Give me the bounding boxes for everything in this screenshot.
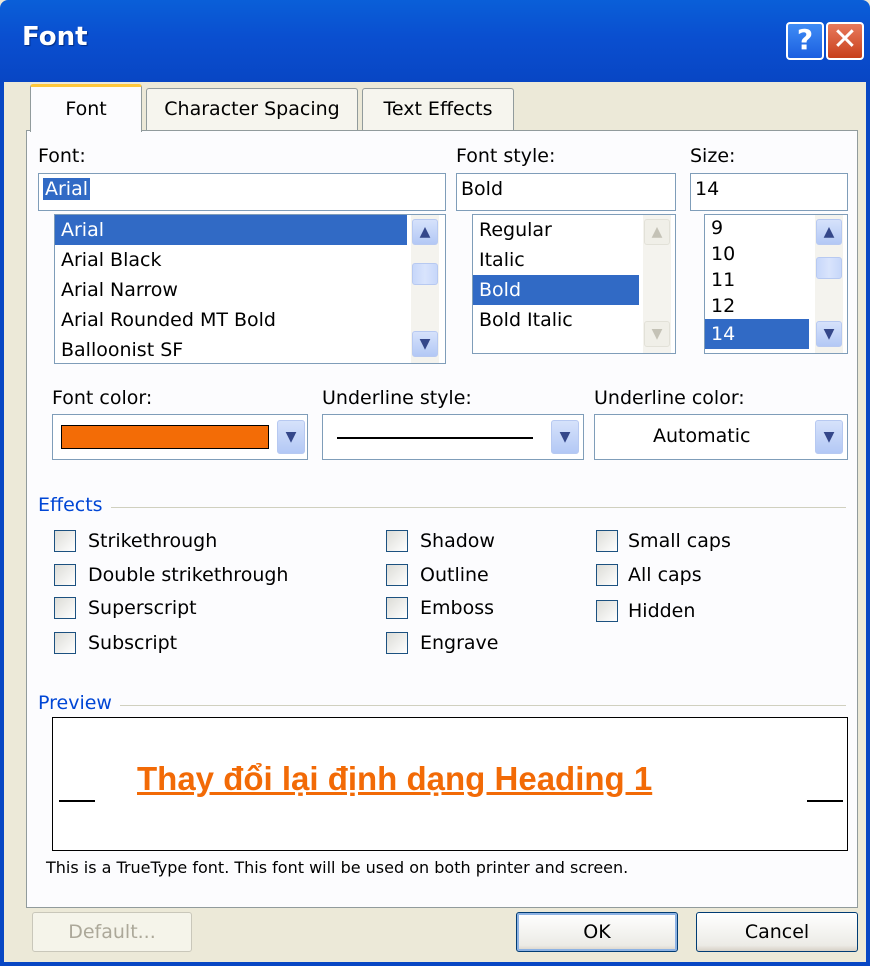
chevron-down-icon[interactable]: ▼ bbox=[815, 420, 843, 454]
underline-style-label: Underline style: bbox=[322, 387, 472, 409]
scroll-down-icon[interactable]: ▼ bbox=[816, 321, 842, 347]
list-item[interactable]: Arial Narrow bbox=[55, 275, 445, 305]
size-list-scrollbar[interactable]: ▲ ▼ bbox=[815, 215, 843, 353]
tab-font[interactable]: Font bbox=[30, 84, 142, 132]
font-note: This is a TrueType font. This font will … bbox=[46, 858, 629, 877]
subscript-label: Subscript bbox=[88, 632, 178, 654]
double-strikethrough-label: Double strikethrough bbox=[88, 564, 289, 586]
font-input[interactable]: Arial bbox=[38, 173, 446, 211]
default-button[interactable]: Default... bbox=[32, 912, 192, 952]
tab-font-label: Font bbox=[65, 98, 107, 120]
double-strikethrough-checkbox[interactable] bbox=[54, 564, 76, 586]
preview-box: Thay đổi lại định dạng Heading 1 bbox=[52, 717, 848, 851]
font-style-input[interactable]: Bold bbox=[456, 173, 676, 211]
scroll-thumb[interactable] bbox=[816, 257, 842, 279]
close-button[interactable]: ✕ bbox=[826, 22, 864, 60]
list-item[interactable]: Arial bbox=[55, 215, 407, 245]
emboss-label: Emboss bbox=[420, 597, 494, 619]
tab-text-effects[interactable]: Text Effects bbox=[362, 88, 514, 130]
outline-checkbox[interactable] bbox=[386, 564, 408, 586]
underline-color-value: Automatic bbox=[653, 425, 751, 447]
engrave-checkbox[interactable] bbox=[386, 632, 408, 654]
font-style-label: Font style: bbox=[456, 145, 556, 167]
underline-color-label: Underline color: bbox=[594, 387, 745, 409]
emboss-checkbox[interactable] bbox=[386, 597, 408, 619]
scroll-thumb[interactable] bbox=[412, 263, 438, 285]
preview-divider bbox=[40, 705, 846, 706]
size-list[interactable]: 9 10 11 12 14 ▲ ▼ bbox=[704, 214, 848, 354]
all-caps-label: All caps bbox=[628, 564, 702, 586]
tab-character-spacing[interactable]: Character Spacing bbox=[146, 88, 358, 130]
small-caps-label: Small caps bbox=[628, 530, 731, 552]
preview-baseline-right bbox=[807, 800, 843, 802]
size-input[interactable]: 14 bbox=[690, 173, 848, 211]
strikethrough-label: Strikethrough bbox=[88, 530, 218, 552]
scroll-down-icon: ▼ bbox=[644, 321, 670, 347]
chevron-down-icon[interactable]: ▼ bbox=[277, 420, 305, 454]
preview-baseline-left bbox=[59, 800, 95, 802]
font-style-list[interactable]: Regular Italic Bold Bold Italic ▲ ▼ bbox=[472, 214, 676, 354]
scroll-up-icon[interactable]: ▲ bbox=[412, 219, 438, 245]
font-list-scrollbar[interactable]: ▲ ▼ bbox=[411, 215, 439, 363]
superscript-checkbox[interactable] bbox=[54, 597, 76, 619]
shadow-checkbox[interactable] bbox=[386, 530, 408, 552]
help-button[interactable]: ? bbox=[786, 22, 824, 60]
underline-color-select[interactable]: Automatic ▼ bbox=[594, 414, 848, 460]
size-label: Size: bbox=[690, 145, 736, 167]
font-color-swatch bbox=[61, 425, 269, 449]
preview-title: Preview bbox=[38, 692, 120, 714]
hidden-checkbox[interactable] bbox=[596, 600, 618, 622]
list-item[interactable]: 14 bbox=[705, 319, 809, 349]
title-bar[interactable] bbox=[0, 0, 870, 82]
hidden-label: Hidden bbox=[628, 600, 696, 622]
font-color-select[interactable]: ▼ bbox=[52, 414, 308, 460]
font-label: Font: bbox=[38, 145, 86, 167]
preview-text: Thay đổi lại định dạng Heading 1 bbox=[137, 760, 653, 797]
scroll-up-icon[interactable]: ▲ bbox=[816, 219, 842, 245]
help-icon: ? bbox=[796, 23, 814, 56]
font-color-label: Font color: bbox=[52, 387, 153, 409]
font-list[interactable]: Arial Arial Black Arial Narrow Arial Rou… bbox=[54, 214, 446, 364]
engrave-label: Engrave bbox=[420, 632, 499, 654]
superscript-label: Superscript bbox=[88, 597, 197, 619]
list-item[interactable]: Bold bbox=[473, 275, 639, 305]
subscript-checkbox[interactable] bbox=[54, 632, 76, 654]
all-caps-checkbox[interactable] bbox=[596, 564, 618, 586]
underline-style-select[interactable]: ▼ bbox=[322, 414, 584, 460]
window-title: Font bbox=[22, 22, 88, 52]
font-style-scrollbar[interactable]: ▲ ▼ bbox=[643, 215, 671, 353]
scroll-down-icon[interactable]: ▼ bbox=[412, 331, 438, 357]
scroll-up-icon: ▲ bbox=[644, 219, 670, 245]
tab-character-spacing-label: Character Spacing bbox=[164, 98, 340, 120]
list-item[interactable]: Arial Rounded MT Bold bbox=[55, 305, 445, 335]
outline-label: Outline bbox=[420, 564, 489, 586]
small-caps-checkbox[interactable] bbox=[596, 530, 618, 552]
font-input-value: Arial bbox=[43, 178, 91, 200]
underline-line-sample bbox=[337, 437, 533, 439]
shadow-label: Shadow bbox=[420, 530, 495, 552]
close-icon: ✕ bbox=[832, 22, 858, 57]
tab-text-effects-label: Text Effects bbox=[383, 98, 493, 120]
effects-divider bbox=[40, 507, 846, 508]
list-item[interactable]: Arial Black bbox=[55, 245, 445, 275]
strikethrough-checkbox[interactable] bbox=[54, 530, 76, 552]
ok-button[interactable]: OK bbox=[516, 912, 678, 952]
cancel-button[interactable]: Cancel bbox=[696, 912, 858, 952]
effects-title: Effects bbox=[38, 494, 111, 516]
chevron-down-icon[interactable]: ▼ bbox=[551, 420, 579, 454]
list-item[interactable]: Balloonist SF bbox=[55, 335, 445, 363]
